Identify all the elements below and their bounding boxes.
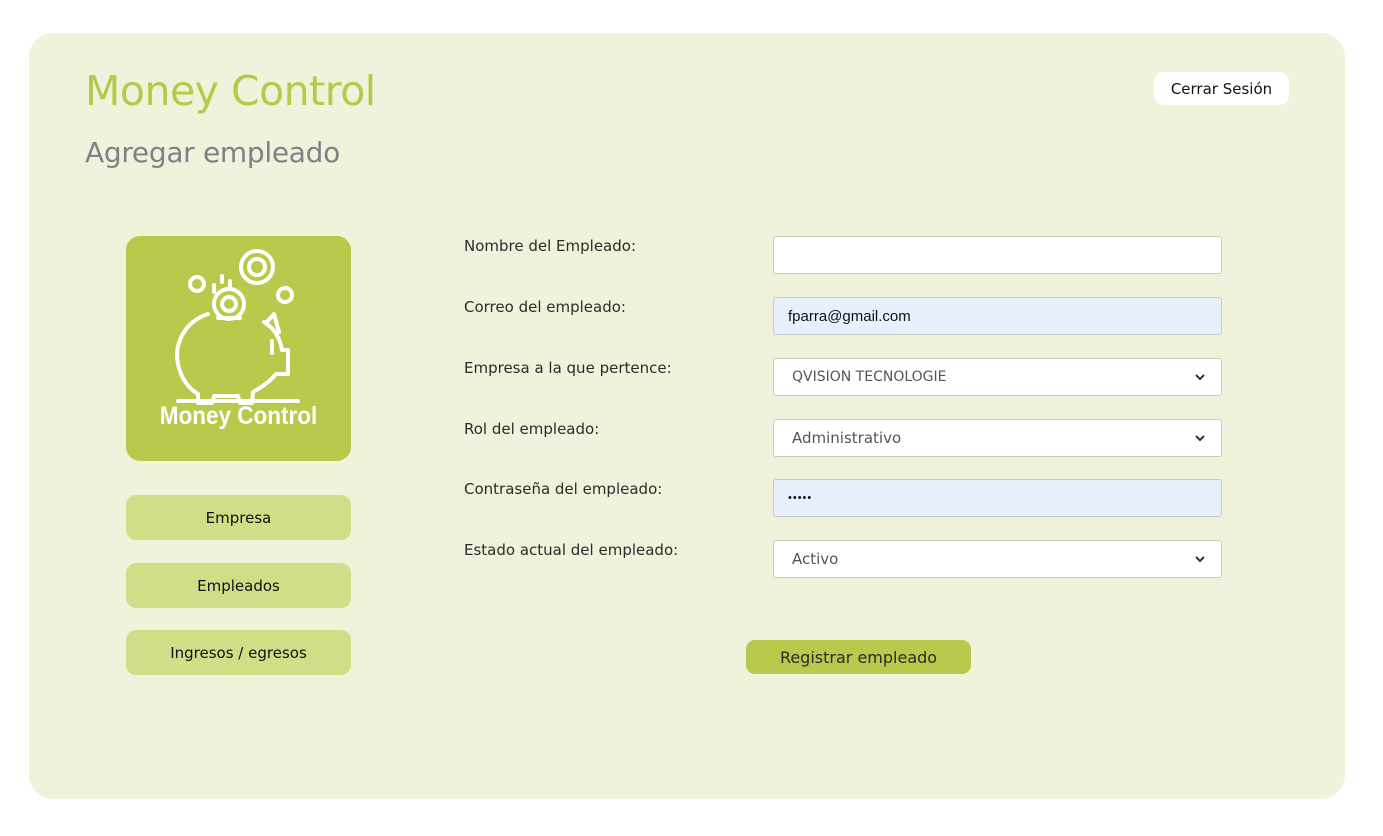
main-card: Money Control Agregar empleado Cerrar Se… — [29, 33, 1345, 799]
status-label: Estado actual del empleado: — [464, 541, 679, 559]
name-label: Nombre del Empleado: — [464, 237, 637, 255]
logo: Money Control — [126, 236, 351, 461]
chevron-down-icon — [1195, 374, 1205, 381]
status-select-value: Activo — [792, 550, 839, 568]
email-input[interactable]: fparra@gmail.com — [773, 297, 1222, 335]
register-employee-button[interactable]: Registrar empleado — [746, 640, 971, 674]
chevron-down-icon — [1195, 556, 1205, 563]
role-label: Rol del empleado: — [464, 420, 600, 438]
chevron-down-icon — [1195, 435, 1205, 442]
status-select[interactable]: Activo — [773, 540, 1222, 578]
company-label: Empresa a la que pertence: — [464, 359, 672, 377]
logout-button[interactable]: Cerrar Sesión — [1154, 72, 1289, 105]
name-input[interactable] — [773, 236, 1222, 274]
app-title: Money Control — [85, 67, 376, 115]
logo-text: Money Control — [159, 402, 318, 430]
company-select[interactable]: QVISION TECNOLOGIE — [773, 358, 1222, 396]
email-label: Correo del empleado: — [464, 298, 626, 316]
password-label: Contraseña del empleado: — [464, 480, 663, 498]
company-select-value: QVISION TECNOLOGIE — [792, 369, 947, 385]
nav-empleados-button[interactable]: Empleados — [126, 563, 351, 608]
role-select-value: Administrativo — [792, 429, 902, 447]
role-select[interactable]: Administrativo — [773, 419, 1222, 457]
nav-empresa-button[interactable]: Empresa — [126, 495, 351, 540]
page-title: Agregar empleado — [85, 136, 340, 169]
nav-ingresos-egresos-button[interactable]: Ingresos / egresos — [126, 630, 351, 675]
password-input[interactable]: ••••• — [773, 479, 1222, 517]
